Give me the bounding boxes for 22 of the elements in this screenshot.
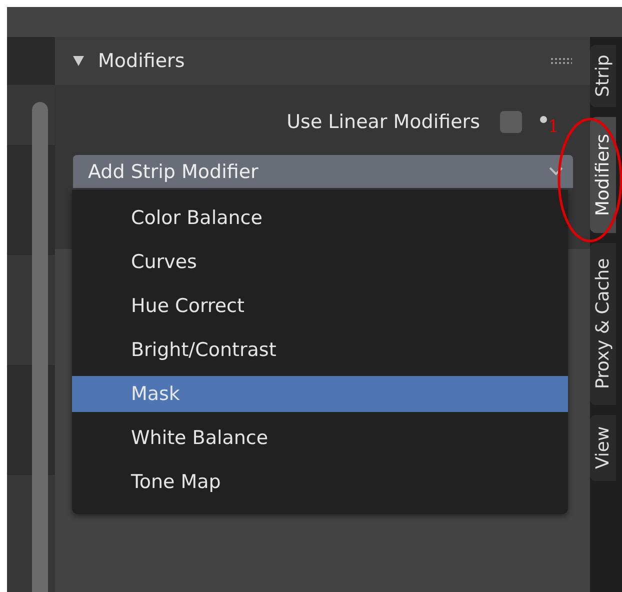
menu-item[interactable]: White Balance <box>72 416 568 460</box>
menu-item[interactable]: Tone Map <box>72 460 568 504</box>
checkbox[interactable] <box>500 111 522 133</box>
side-tab[interactable]: Modifiers <box>590 117 616 233</box>
side-tab[interactable]: Strip <box>590 45 616 107</box>
checkbox-label: Use Linear Modifiers <box>286 111 480 133</box>
menu-item[interactable]: Hue Correct <box>72 284 568 328</box>
scrollbar[interactable] <box>32 102 48 592</box>
dropdown-button[interactable]: Add Strip Modifier <box>73 155 573 188</box>
disclosure-triangle-icon[interactable] <box>73 56 84 66</box>
menu-item[interactable]: Bright/Contrast <box>72 328 568 372</box>
menu-item[interactable]: Curves <box>72 240 568 284</box>
panel-header[interactable]: Modifiers <box>55 37 590 85</box>
side-tab[interactable]: Proxy & Cache <box>590 243 616 405</box>
side-tab[interactable]: View <box>590 415 616 481</box>
chevron-down-icon <box>549 167 563 176</box>
menu-item[interactable]: Color Balance <box>72 196 568 240</box>
drag-handle-icon[interactable] <box>550 57 572 65</box>
list-row <box>7 37 55 85</box>
panel-title: Modifiers <box>98 50 185 72</box>
menu-item[interactable]: Mask <box>72 376 568 412</box>
annotation-number: 1 <box>548 117 559 137</box>
